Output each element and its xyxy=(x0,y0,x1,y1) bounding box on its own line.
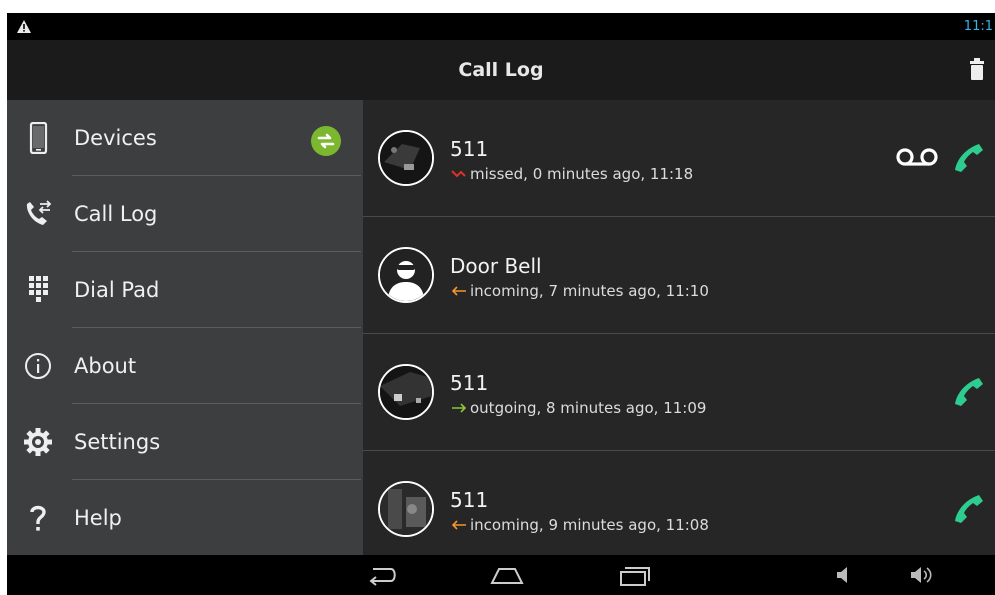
call-detail: incoming, 7 minutes ago, 11:10 xyxy=(450,282,709,300)
call-detail-text: incoming, 9 minutes ago, 11:08 xyxy=(470,516,709,534)
drawer-item-devices[interactable]: Devices xyxy=(7,100,363,176)
drawer-item-label: Dial Pad xyxy=(74,278,160,302)
volume-up-icon[interactable] xyxy=(907,563,935,587)
call-log-row[interactable]: Door Bell incoming, 7 minutes ago, 11:10 xyxy=(363,217,995,334)
call-log-list: 511 missed, 0 minutes ago, 11:18 Door Be… xyxy=(363,100,995,555)
question-icon xyxy=(30,505,46,531)
call-detail: incoming, 9 minutes ago, 11:08 xyxy=(450,516,709,534)
drawer-item-dial-pad[interactable]: Dial Pad xyxy=(7,252,363,328)
back-icon[interactable] xyxy=(365,563,401,587)
status-clock: 11:1 xyxy=(963,19,993,34)
incoming-arrow-icon xyxy=(451,286,466,296)
drawer-item-about[interactable]: About xyxy=(7,328,363,404)
call-detail: outgoing, 8 minutes ago, 11:09 xyxy=(450,399,706,417)
drawer-item-label: Call Log xyxy=(74,202,158,226)
call-detail-text: missed, 0 minutes ago, 11:18 xyxy=(470,165,694,183)
call-log-icon xyxy=(26,200,52,225)
action-bar: Call Log xyxy=(7,40,995,100)
drawer-item-help[interactable]: Help xyxy=(7,480,363,556)
drawer-item-label: Devices xyxy=(74,126,157,150)
incoming-arrow-icon xyxy=(451,520,466,530)
caller-name: 511 xyxy=(450,137,489,161)
caller-name: 511 xyxy=(450,371,489,395)
call-detail: missed, 0 minutes ago, 11:18 xyxy=(450,165,693,183)
drawer-item-call-log[interactable]: Call Log xyxy=(7,176,363,252)
call-back-icon[interactable] xyxy=(951,491,985,525)
navigation-drawer: Devices Call Log Dial Pad About Settings… xyxy=(7,100,363,555)
caller-snapshot xyxy=(378,481,434,537)
dialpad-icon xyxy=(29,276,48,302)
recents-icon[interactable] xyxy=(617,563,653,587)
trash-icon[interactable] xyxy=(969,58,985,80)
caller-snapshot xyxy=(378,364,434,420)
call-log-row[interactable]: 511 incoming, 9 minutes ago, 11:08 xyxy=(363,451,995,568)
info-icon xyxy=(25,353,51,379)
drawer-item-label: About xyxy=(74,354,137,378)
missed-arrow-icon xyxy=(451,170,466,178)
caller-snapshot xyxy=(378,130,434,186)
volume-down-icon[interactable] xyxy=(833,563,857,587)
call-detail-text: outgoing, 8 minutes ago, 11:09 xyxy=(470,399,707,417)
gear-icon xyxy=(24,428,52,456)
phone-icon xyxy=(29,122,48,154)
drawer-item-settings[interactable]: Settings xyxy=(7,404,363,480)
system-nav-bar xyxy=(7,555,995,595)
drawer-item-label: Settings xyxy=(74,430,161,454)
call-log-row[interactable]: 511 missed, 0 minutes ago, 11:18 xyxy=(363,100,995,217)
caller-name: Door Bell xyxy=(450,254,542,278)
call-detail-text: incoming, 7 minutes ago, 11:10 xyxy=(470,282,709,300)
caller-name: 511 xyxy=(450,488,489,512)
warning-icon xyxy=(17,20,31,33)
avatar xyxy=(378,247,434,303)
status-bar: 11:1 xyxy=(7,13,995,40)
drawer-item-label: Help xyxy=(74,506,122,530)
voicemail-icon[interactable] xyxy=(895,146,939,168)
outgoing-arrow-icon xyxy=(452,403,467,413)
call-back-icon[interactable] xyxy=(951,140,985,174)
call-back-icon[interactable] xyxy=(951,374,985,408)
home-icon[interactable] xyxy=(489,563,525,587)
tablet-screen: 11:1 Call Log Devices Call Log Dial Pad … xyxy=(7,13,995,595)
sync-icon[interactable] xyxy=(310,125,342,157)
page-title: Call Log xyxy=(458,59,544,81)
call-log-row[interactable]: 511 outgoing, 8 minutes ago, 11:09 xyxy=(363,334,995,451)
